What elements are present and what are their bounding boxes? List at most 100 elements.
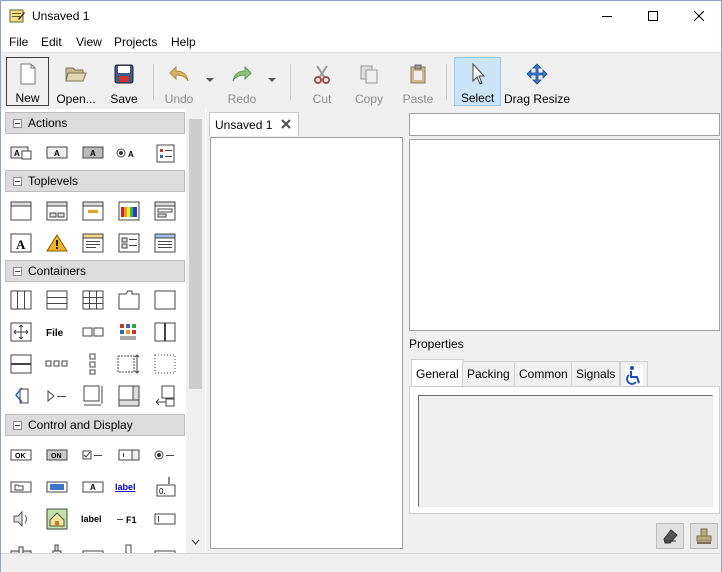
alignment-icon[interactable] [44, 385, 70, 407]
cut-button[interactable]: Cut [303, 57, 341, 106]
action-label-icon[interactable]: A [44, 142, 70, 164]
menu-edit[interactable]: Edit [41, 35, 62, 49]
palette-scrollbar-thumb[interactable] [189, 119, 202, 389]
toggle-button-icon[interactable]: ON [44, 444, 70, 466]
vpaned-icon[interactable] [8, 353, 34, 375]
assistant-icon[interactable] [116, 232, 142, 254]
minimize-icon [602, 16, 612, 17]
maximize-button[interactable] [630, 1, 676, 31]
file-chooser-button-icon[interactable] [8, 476, 34, 498]
hscale-icon[interactable] [8, 539, 34, 553]
stamp-icon [696, 528, 712, 544]
action-group-icon[interactable] [152, 142, 178, 164]
color-chooser-icon[interactable] [116, 200, 142, 222]
scale-button-icon[interactable]: 0. [152, 476, 178, 498]
paste-button[interactable]: Paste [399, 57, 437, 106]
tab-signals[interactable]: Signals [571, 361, 621, 387]
vbutton-box-icon[interactable] [80, 353, 106, 375]
dialog-icon[interactable] [44, 200, 70, 222]
hbox-icon[interactable] [8, 289, 34, 311]
recent-chooser-icon[interactable] [152, 232, 178, 254]
vbox-icon[interactable] [44, 289, 70, 311]
tool-palette-icon[interactable] [116, 321, 142, 343]
label-widget-icon[interactable]: label [80, 508, 106, 530]
expander-icon[interactable] [8, 385, 34, 407]
inspector-search-input[interactable] [409, 113, 720, 136]
layout-icon[interactable] [116, 353, 142, 375]
image-icon[interactable] [44, 508, 70, 530]
scrolled-window-icon[interactable] [116, 385, 142, 407]
viewport-icon[interactable] [152, 385, 178, 407]
palette-group-containers[interactable]: Containers [5, 260, 185, 282]
menu-file[interactable]: File [9, 35, 28, 49]
message-dialog-icon[interactable] [80, 200, 106, 222]
undo-dropdown-arrow[interactable] [206, 78, 214, 82]
close-button[interactable] [676, 1, 722, 31]
grid-icon[interactable] [80, 289, 106, 311]
spin-button-icon[interactable] [116, 444, 142, 466]
redo-dropdown-arrow[interactable] [268, 78, 276, 82]
close-tab-icon[interactable] [280, 118, 292, 133]
fixed-icon[interactable] [8, 321, 34, 343]
accel-label-icon[interactable]: F1 [116, 508, 142, 530]
vscale-icon[interactable] [44, 539, 70, 553]
design-canvas[interactable] [210, 137, 403, 549]
progress-bar-icon[interactable] [80, 539, 106, 553]
window-icon[interactable] [8, 200, 34, 222]
about-dialog-icon[interactable] [80, 232, 106, 254]
tab-common[interactable]: Common [514, 361, 573, 387]
notebook-icon[interactable] [116, 289, 142, 311]
radio-button-icon[interactable] [152, 444, 178, 466]
button-widget-icon[interactable]: OK [8, 444, 34, 466]
palette-group-control-display[interactable]: Control and Display [5, 414, 185, 436]
event-box-icon[interactable] [152, 353, 178, 375]
chevron-down-icon[interactable] [191, 539, 200, 545]
frame-icon[interactable] [152, 289, 178, 311]
clear-button[interactable] [656, 523, 684, 549]
minimize-button[interactable] [584, 1, 630, 31]
tab-packing[interactable]: Packing [462, 361, 515, 387]
radio-action-icon[interactable]: A [115, 142, 141, 164]
action-icon[interactable]: A [8, 142, 34, 164]
font-chooser-icon[interactable]: A [8, 232, 34, 254]
combo-box-icon[interactable] [152, 539, 178, 553]
paned-icon[interactable] [152, 321, 178, 343]
new-button[interactable]: New [6, 57, 49, 106]
drag-resize-button[interactable]: Drag Resize [504, 57, 570, 106]
undo-button[interactable]: Undo [160, 57, 198, 106]
collapse-toggle-icon [13, 119, 22, 128]
redo-button[interactable]: Redo [223, 57, 261, 106]
font-button-icon[interactable]: A [80, 476, 106, 498]
toolbar-widget-icon[interactable] [80, 321, 106, 343]
button-box-icon[interactable] [44, 353, 70, 375]
svg-text:label: label [81, 514, 102, 524]
entry-icon[interactable] [152, 508, 178, 530]
menu-help[interactable]: Help [171, 35, 196, 49]
toggle-action-icon[interactable]: A [80, 142, 106, 164]
tab-accessibility[interactable] [620, 361, 648, 387]
properties-heading: Properties [409, 337, 464, 351]
edit-button[interactable] [690, 523, 718, 549]
check-button-icon[interactable] [80, 444, 106, 466]
palette-group-actions[interactable]: Actions [5, 112, 185, 134]
select-button[interactable]: Select [454, 57, 501, 106]
menu-view[interactable]: View [76, 35, 102, 49]
tab-general[interactable]: General [411, 359, 464, 387]
palette-group-toplevels[interactable]: Toplevels [5, 170, 185, 192]
copy-button[interactable]: Copy [350, 57, 388, 106]
tab-unsaved-1[interactable]: Unsaved 1 [209, 112, 299, 136]
warning-icon[interactable] [44, 232, 70, 254]
open-button[interactable]: Open... [55, 57, 97, 106]
copy-icon [357, 62, 381, 86]
link-button-icon[interactable]: label [114, 476, 140, 498]
color-button-icon[interactable] [44, 476, 70, 498]
vscrollbar-icon[interactable] [116, 539, 142, 553]
volume-button-icon[interactable] [8, 508, 34, 530]
widget-tree-view[interactable] [409, 139, 720, 331]
save-button[interactable]: Save [105, 57, 143, 106]
aspect-frame-icon[interactable] [80, 385, 106, 407]
menu-projects[interactable]: Projects [114, 35, 157, 49]
file-chooser-icon[interactable] [152, 200, 178, 222]
palette-scrollbar[interactable] [186, 109, 205, 553]
menubar-widget-icon[interactable]: File [44, 321, 70, 343]
